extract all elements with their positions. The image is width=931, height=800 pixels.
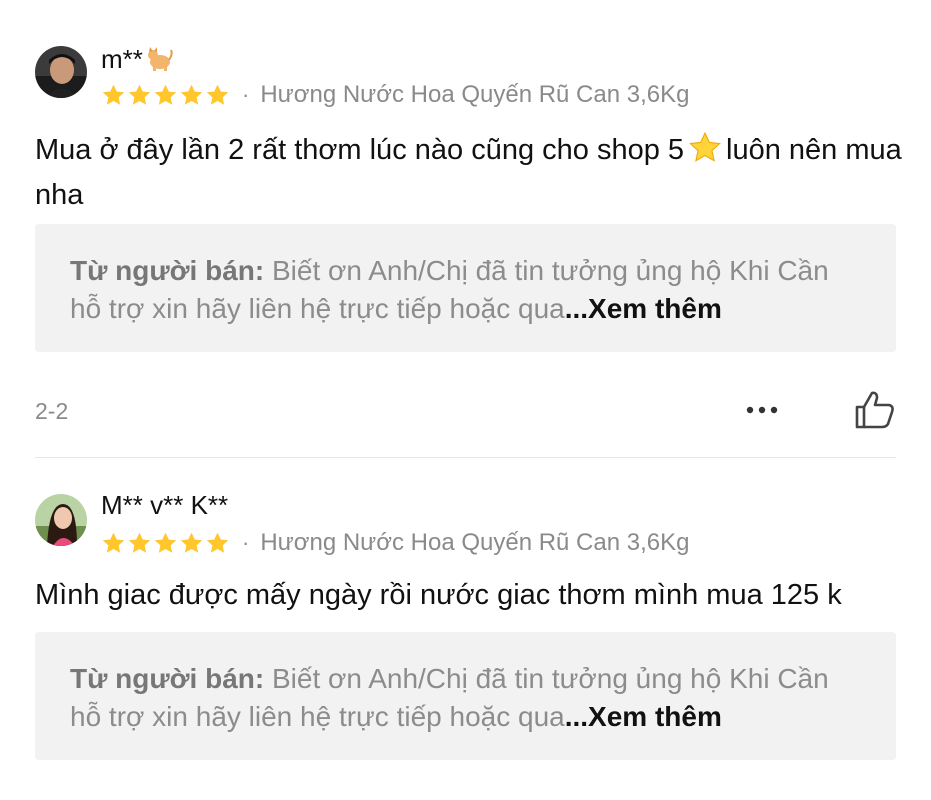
reviewer-name: m** (101, 44, 173, 78)
star-icon (180, 532, 203, 553)
seller-reply: Từ người bán: Biết ơn Anh/Chị đã tin tưở… (35, 224, 896, 352)
star-icon (206, 84, 229, 105)
review-date: 2-2 (35, 398, 69, 424)
reviewer-name: M** v** K** (101, 490, 228, 520)
reviewer-name-text: m** (101, 44, 143, 74)
review-divider (35, 457, 896, 458)
product-variant: Hương Nước Hoa Quyến Rũ Can 3,6Kg (260, 529, 690, 556)
product-variant: Hương Nước Hoa Quyến Rũ Can 3,6Kg (260, 81, 690, 108)
star-icon (206, 532, 229, 553)
star-emoji-icon (688, 131, 722, 176)
rating-stars (101, 531, 230, 556)
separator-dot: · (242, 82, 250, 107)
star-icon (154, 532, 177, 553)
avatar[interactable] (35, 46, 87, 98)
cat-emoji-icon (145, 44, 173, 78)
rating-row: · Hương Nước Hoa Quyến Rũ Can 3,6Kg (101, 80, 689, 110)
seller-reply-label: Từ người bán: (70, 255, 265, 286)
seller-reply-label: Từ người bán: (70, 663, 265, 694)
see-more-link[interactable]: ...Xem thêm (565, 293, 722, 324)
avatar-image (35, 494, 87, 546)
star-icon (180, 84, 203, 105)
rating-stars (101, 83, 230, 108)
review-text-part: Mua ở đây lần 2 rất thơm lúc nào cũng ch… (35, 134, 685, 166)
seller-reply: Từ người bán: Biết ơn Anh/Chị đã tin tưở… (35, 632, 896, 760)
review-text-part: Mình giac được mấy ngày rồi nước giac th… (35, 579, 842, 611)
like-thumbs-up-icon[interactable] (853, 388, 897, 432)
star-icon (102, 532, 125, 553)
reviewer-name-text: M** v** K** (101, 490, 229, 520)
rating-row: · Hương Nước Hoa Quyến Rũ Can 3,6Kg (101, 528, 689, 558)
star-icon (128, 532, 151, 553)
star-icon (128, 84, 151, 105)
review-footer: 2-2 (35, 390, 896, 430)
see-more-link[interactable]: ...Xem thêm (565, 701, 722, 732)
avatar[interactable] (35, 494, 87, 546)
star-icon (154, 84, 177, 105)
avatar-image (35, 46, 87, 98)
review-text: Mình giac được mấy ngày rồi nước giac th… (35, 576, 905, 615)
separator-dot: · (242, 530, 250, 555)
star-icon (102, 84, 125, 105)
more-options-icon[interactable] (743, 390, 781, 430)
review-text: Mua ở đây lần 2 rất thơm lúc nào cũng ch… (35, 131, 905, 215)
